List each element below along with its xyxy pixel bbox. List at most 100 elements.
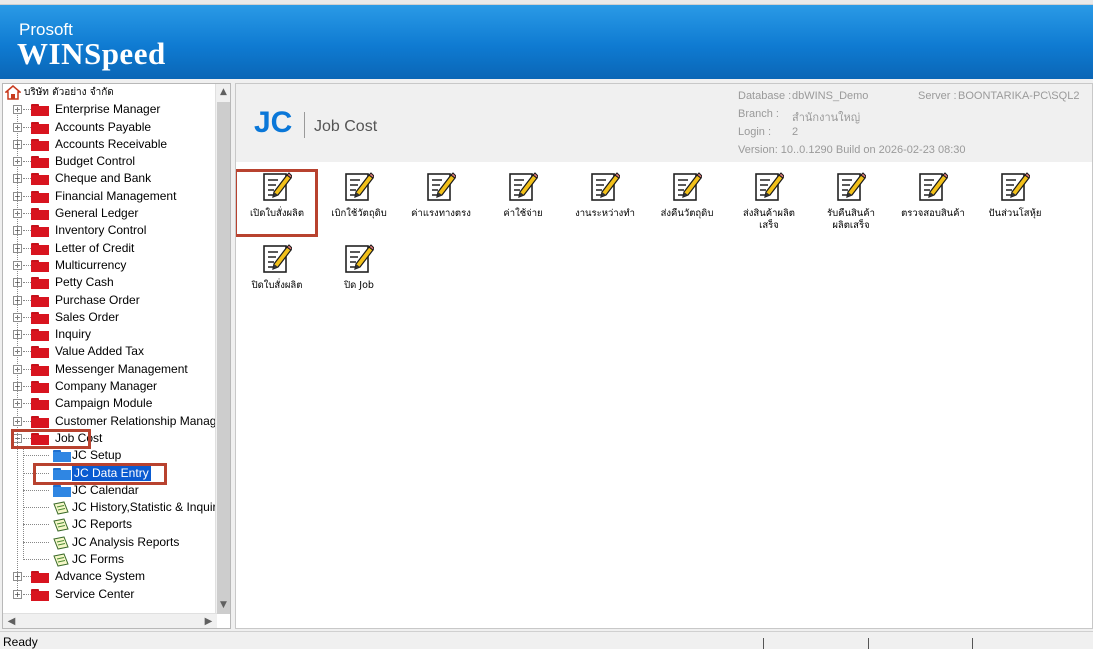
tree-item-label: Service Center bbox=[55, 586, 135, 601]
function-icon-9[interactable]: ตรวจสอบสินค้า bbox=[892, 170, 974, 220]
function-icon-11[interactable]: ปิดใบสั่งผลิต bbox=[236, 242, 318, 292]
expand-icon[interactable]: + bbox=[13, 589, 22, 599]
tree-item-jc-forms[interactable]: JC Forms bbox=[3, 551, 217, 568]
tree-connector bbox=[23, 455, 49, 457]
tree-connector bbox=[23, 143, 31, 145]
tree-item-enterprise-manager[interactable]: + Enterprise Manager bbox=[3, 101, 217, 118]
tree-connector bbox=[23, 230, 31, 232]
status-bar: Ready bbox=[0, 631, 1093, 649]
tree-item-label: Sales Order bbox=[55, 309, 120, 324]
tree-item-budget-control[interactable]: + Budget Control bbox=[3, 153, 217, 170]
edit-document-icon bbox=[1001, 172, 1030, 201]
tree-connector bbox=[23, 282, 31, 284]
folder-icon bbox=[31, 588, 49, 601]
status-divider bbox=[763, 638, 764, 649]
tree-item-label: Inventory Control bbox=[55, 223, 147, 238]
tree-item-financial-management[interactable]: + Financial Management bbox=[3, 188, 217, 205]
scroll-down-icon[interactable]: ▼ bbox=[216, 597, 230, 614]
tree-connector bbox=[23, 386, 31, 388]
scroll-up-icon[interactable]: ▲ bbox=[216, 84, 230, 101]
tree-item-label: Purchase Order bbox=[55, 292, 140, 307]
tree-item-jc-reports[interactable]: JC Reports bbox=[3, 516, 217, 533]
tree-item-label: Value Added Tax bbox=[55, 344, 144, 359]
folder-icon bbox=[31, 415, 49, 428]
function-icon-3[interactable]: ค่าแรงทางตรง bbox=[400, 170, 482, 220]
function-label: ส่งคืนวัตถุดิบ bbox=[646, 208, 728, 220]
scroll-left-icon[interactable]: ◀ bbox=[3, 614, 20, 628]
function-icon-5[interactable]: งานระหว่างทำ bbox=[564, 170, 646, 220]
edit-document-icon bbox=[509, 172, 538, 201]
function-label: ปิดใบสั่งผลิต bbox=[236, 280, 318, 292]
version-text: Version: 10..0.1290 Build on 2026-02-23 … bbox=[738, 144, 966, 156]
tree-root-company[interactable]: บริษัท ตัวอย่าง จำกัด bbox=[3, 84, 217, 101]
jc-logo: JC bbox=[254, 106, 293, 139]
tree-item-inventory-control[interactable]: + Inventory Control bbox=[3, 222, 217, 239]
tree-item-purchase-order[interactable]: + Purchase Order bbox=[3, 292, 217, 309]
tree-item-multicurrency[interactable]: + Multicurrency bbox=[3, 257, 217, 274]
function-icon-12[interactable]: ปิด Job bbox=[318, 242, 400, 292]
folder-icon bbox=[31, 398, 49, 411]
highlight-box-jc-data-entry bbox=[33, 462, 167, 485]
function-label: ปิด Job bbox=[318, 280, 400, 292]
tree-item-messenger-management[interactable]: + Messenger Management bbox=[3, 361, 217, 378]
tree-item-accounts-receivable[interactable]: + Accounts Receivable bbox=[3, 136, 217, 153]
edit-document-icon bbox=[755, 172, 784, 201]
tree-item-label: บริษัท ตัวอย่าง จำกัด bbox=[24, 87, 114, 98]
tree-connector bbox=[23, 213, 31, 215]
tree-item-company-manager[interactable]: + Company Manager bbox=[3, 378, 217, 395]
tree-item-jc-history-statistic-inquiri[interactable]: JC History,Statistic & Inquiri bbox=[3, 499, 219, 516]
tree-item-campaign-module[interactable]: + Campaign Module bbox=[3, 395, 217, 412]
function-icon-8[interactable]: รับคืนสินค้า ผลิตเสร็จ bbox=[810, 170, 892, 232]
login-value: 2 bbox=[792, 126, 799, 138]
tree-item-jc-analysis-reports[interactable]: JC Analysis Reports bbox=[3, 534, 217, 551]
tree-connector bbox=[23, 489, 49, 491]
tree-item-sales-order[interactable]: + Sales Order bbox=[3, 309, 217, 326]
tree-item-general-ledger[interactable]: + General Ledger bbox=[3, 205, 217, 222]
function-icon-7[interactable]: ส่งสินค้าผลิต เสร็จ bbox=[728, 170, 810, 232]
function-icon-2[interactable]: เบิกใช้วัตถุดิบ bbox=[318, 170, 400, 220]
function-label: เบิกใช้วัตถุดิบ bbox=[318, 208, 400, 220]
module-tree[interactable]: บริษัท ตัวอย่าง จำกัด + Enterprise Manager… bbox=[2, 83, 231, 629]
scroll-right-icon[interactable]: ▶ bbox=[200, 614, 217, 628]
scroll-thumb[interactable] bbox=[217, 102, 230, 614]
tree-item-letter-of-credit[interactable]: + Letter of Credit bbox=[3, 240, 217, 257]
tree-item-value-added-tax[interactable]: + Value Added Tax bbox=[3, 343, 217, 360]
tree-item-label: Accounts Payable bbox=[55, 119, 152, 134]
tree-item-advance-system[interactable]: + Advance System bbox=[3, 568, 217, 585]
tree-item-inquiry[interactable]: + Inquiry bbox=[3, 326, 217, 343]
folder-icon bbox=[31, 311, 49, 324]
tree-connector bbox=[23, 334, 31, 336]
folder-icon bbox=[31, 363, 49, 376]
function-label-line1: ปิด Job bbox=[344, 280, 374, 291]
function-label-line1: ปันส่วนโสหุ้ย bbox=[988, 208, 1042, 219]
tree-item-label: Petty Cash bbox=[55, 275, 114, 290]
tree-connector bbox=[23, 264, 31, 266]
database-value: dbWINS_Demo bbox=[792, 90, 869, 102]
tree-horizontal-scrollbar[interactable]: ◀ ▶ bbox=[3, 613, 217, 628]
highlight-box-job-cost bbox=[11, 429, 91, 449]
folder-icon bbox=[53, 484, 71, 497]
tree-connector bbox=[23, 368, 31, 370]
tree-vertical-scrollbar[interactable]: ▲ ▼ bbox=[215, 84, 230, 614]
tree-item-petty-cash[interactable]: + Petty Cash bbox=[3, 274, 217, 291]
function-icon-4[interactable]: ค่าใช้จ่าย bbox=[482, 170, 564, 220]
function-label-line1: ปิดใบสั่งผลิต bbox=[251, 280, 303, 291]
tree-item-service-center[interactable]: + Service Center bbox=[3, 586, 217, 603]
function-icon-10[interactable]: ปันส่วนโสหุ้ย bbox=[974, 170, 1056, 220]
folder-icon bbox=[31, 104, 49, 117]
function-label: ค่าแรงทางตรง bbox=[400, 208, 482, 220]
tree-trunk-line bbox=[17, 105, 18, 590]
tree-item-accounts-payable[interactable]: + Accounts Payable bbox=[3, 119, 217, 136]
folder-icon bbox=[31, 381, 49, 394]
tree-item-label: Enterprise Manager bbox=[55, 102, 161, 117]
tree-item-label: Cheque and Bank bbox=[55, 171, 152, 186]
function-icon-6[interactable]: ส่งคืนวัตถุดิบ bbox=[646, 170, 728, 220]
tree-connector bbox=[23, 524, 49, 526]
function-label-line1: งานระหว่างทำ bbox=[575, 208, 635, 219]
tree-branch-line bbox=[23, 447, 24, 560]
brand-banner: Prosoft WINSpeed bbox=[0, 5, 1093, 79]
tree-item-cheque-and-bank[interactable]: + Cheque and Bank bbox=[3, 170, 217, 187]
tree-item-customer-relationship-manage[interactable]: + Customer Relationship Manage bbox=[3, 413, 223, 430]
hscroll-thumb[interactable] bbox=[20, 615, 200, 628]
folder-icon bbox=[53, 450, 71, 463]
